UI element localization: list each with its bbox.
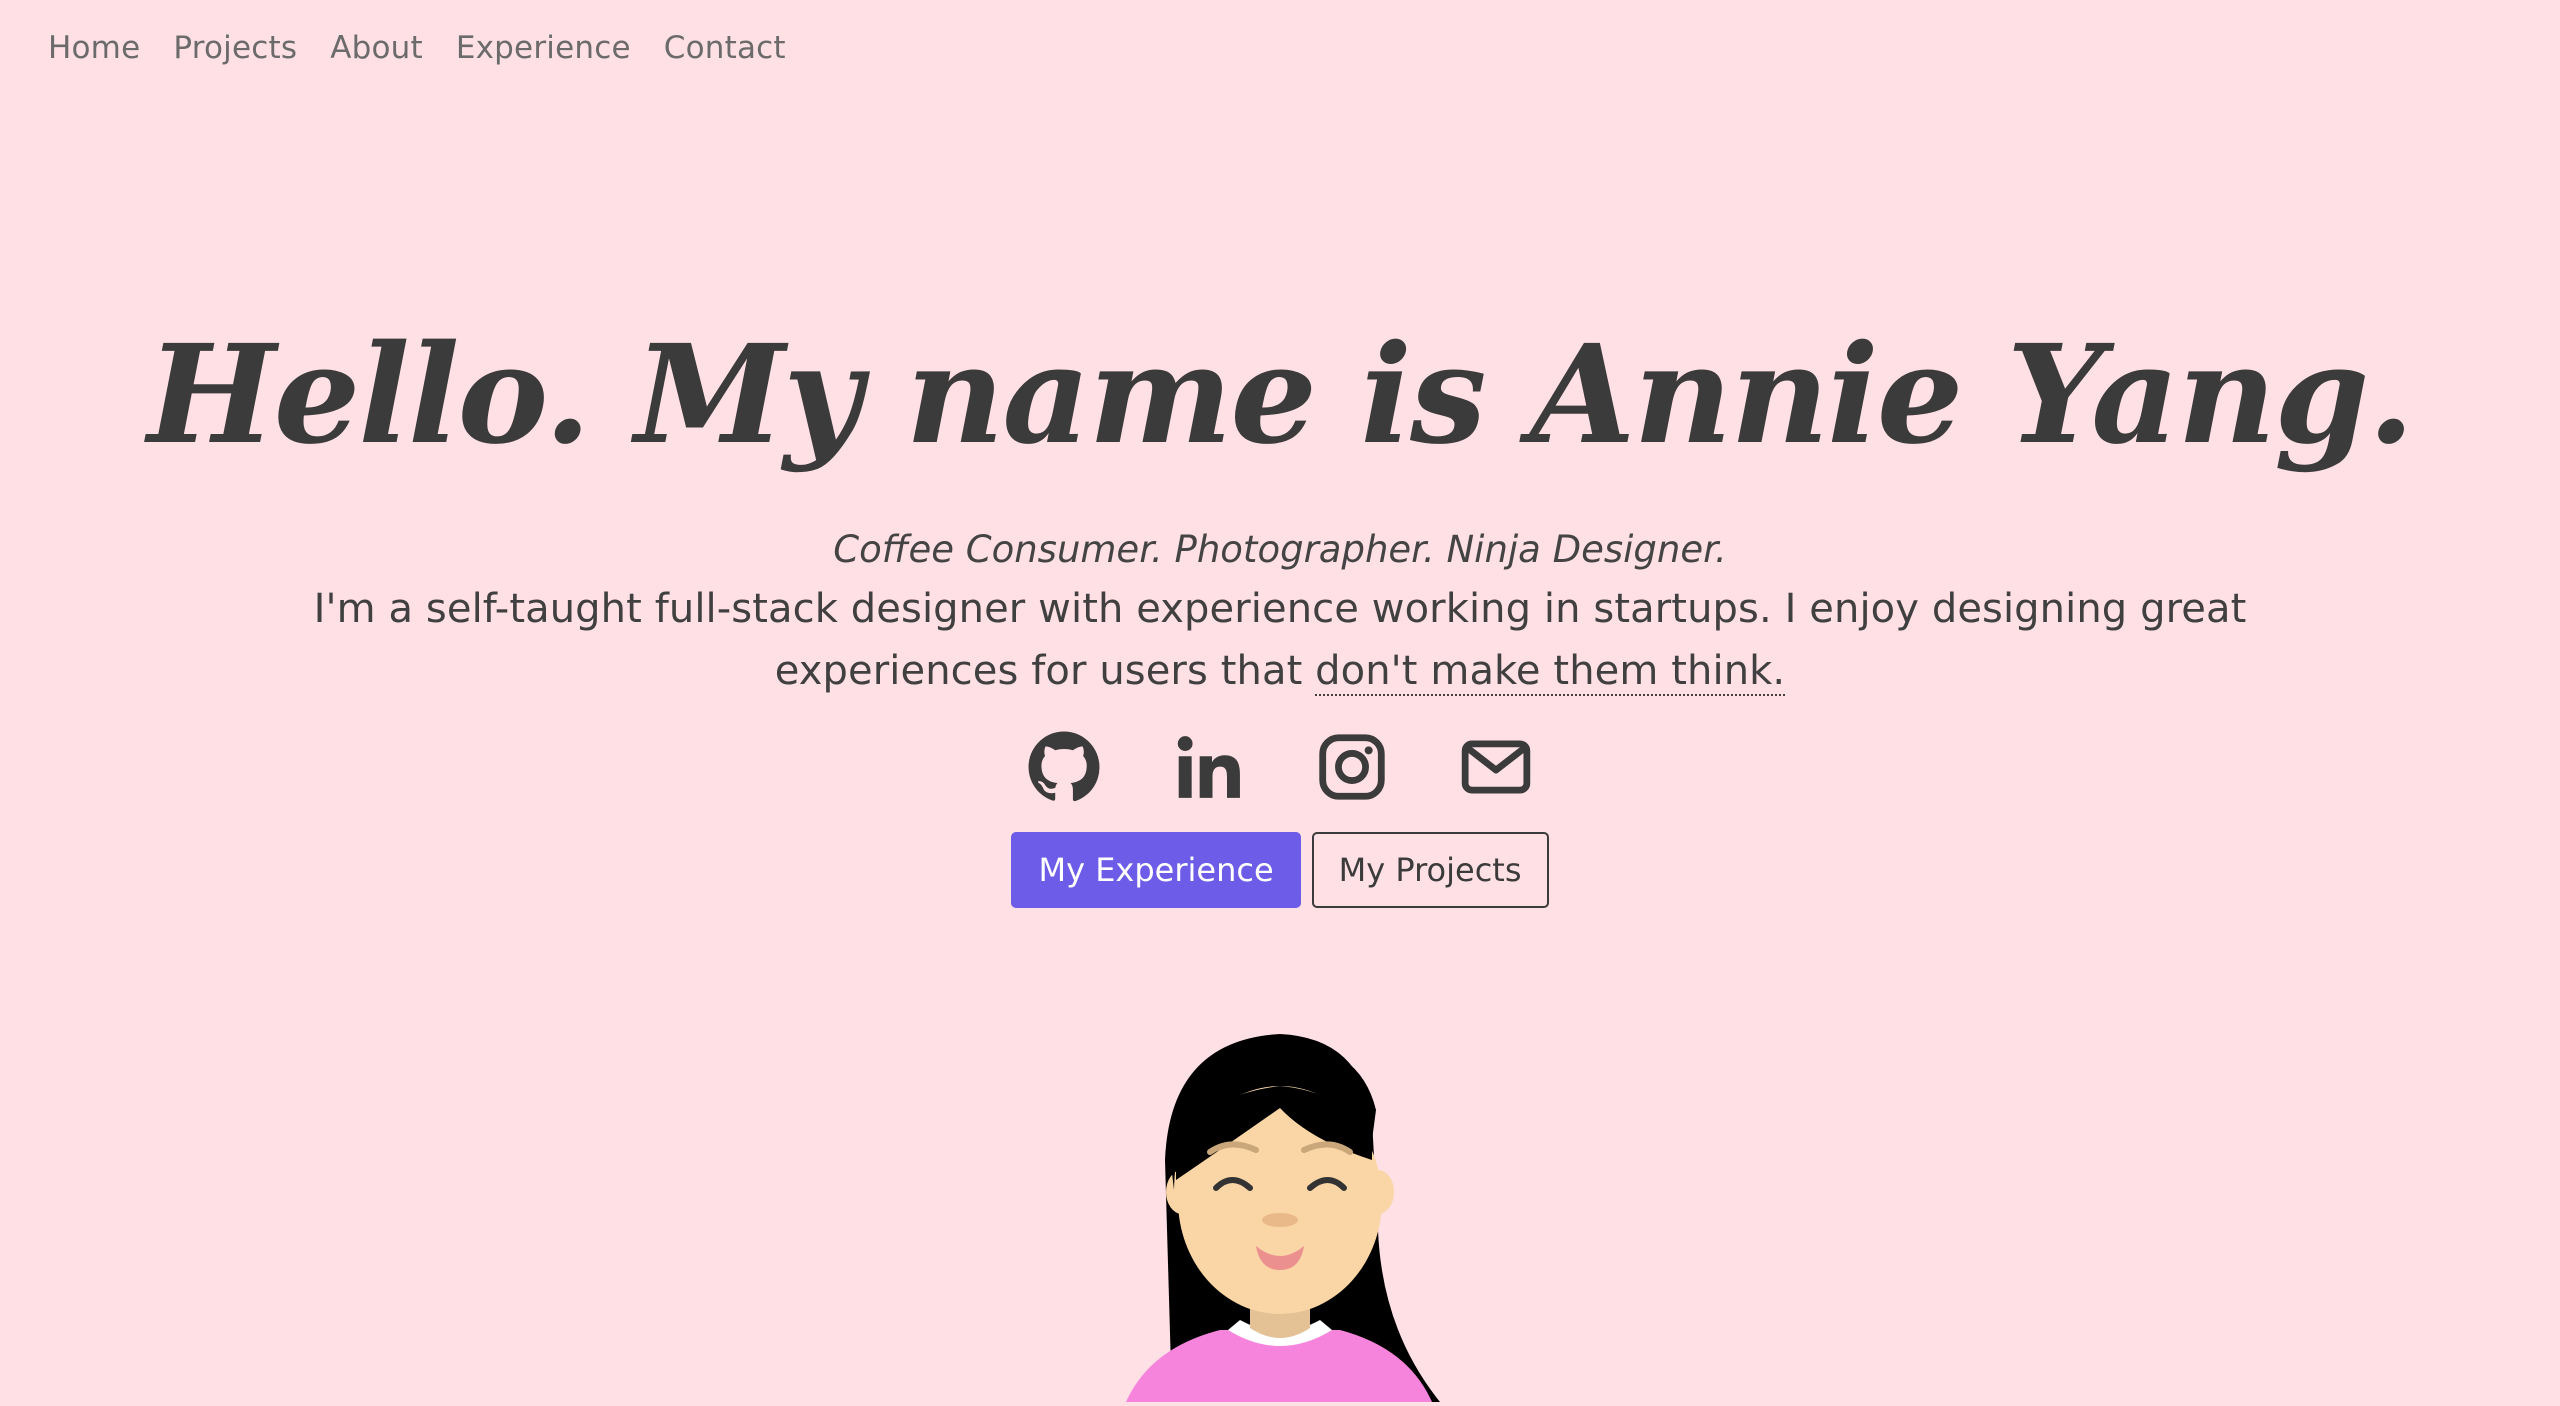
intro-abbr-link[interactable]: don't make them think. [1315, 648, 1786, 696]
hero-title: Hello. My name is Annie Yang. [147, 315, 2414, 475]
email-icon[interactable] [1459, 730, 1533, 804]
hero-intro: I'm a self-taught full-stack designer wi… [200, 578, 2360, 702]
my-experience-button[interactable]: My Experience [1011, 832, 1301, 908]
social-links [0, 730, 2560, 804]
instagram-icon[interactable] [1315, 730, 1389, 804]
github-icon[interactable] [1027, 730, 1101, 804]
intro-text: I'm a self-taught full-stack designer wi… [313, 586, 2247, 694]
nav-home-link[interactable]: Home [48, 30, 140, 66]
hero-buttons: My Experience My Projects [0, 832, 2560, 908]
my-projects-button[interactable]: My Projects [1311, 832, 1549, 908]
nav-experience-link[interactable]: Experience [456, 30, 631, 66]
top-nav: Home Projects About Experience Contact [48, 30, 786, 66]
nav-about-link[interactable]: About [330, 30, 423, 66]
nav-projects-link[interactable]: Projects [173, 30, 297, 66]
hero-tagline: Coffee Consumer. Photographer. Ninja Des… [833, 528, 1727, 571]
linkedin-icon[interactable] [1171, 730, 1245, 804]
nav-contact-link[interactable]: Contact [664, 30, 786, 66]
avatar-illustration [1110, 1030, 1450, 1402]
hero-section: Hello. My name is Annie Yang. Coffee Con… [0, 280, 2560, 908]
